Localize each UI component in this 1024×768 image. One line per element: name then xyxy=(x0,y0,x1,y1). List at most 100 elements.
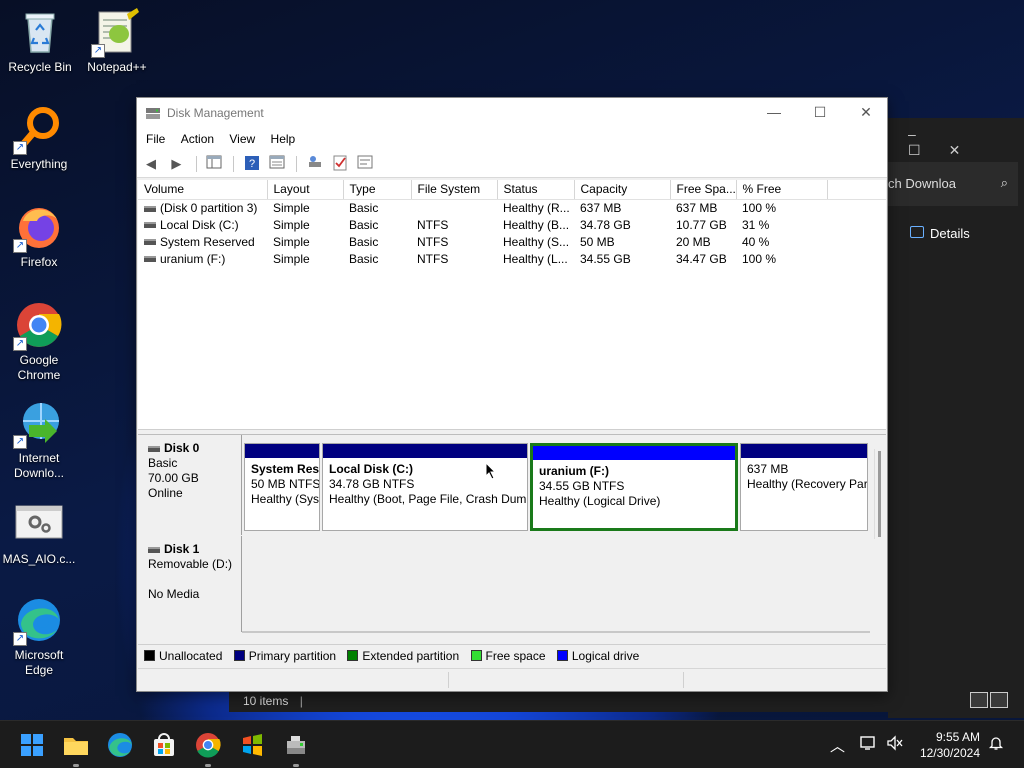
partition-size: 637 MB xyxy=(747,462,789,476)
disk-management-app-icon xyxy=(145,106,161,120)
volume-free: 20 MB xyxy=(676,234,711,249)
network-icon[interactable] xyxy=(860,735,878,755)
partition-system-reserved[interactable]: System Res 50 MB NTFS Healthy (Sys xyxy=(244,443,320,531)
running-indicator xyxy=(205,764,211,767)
volume-drive-icon xyxy=(144,205,156,212)
desktop-icon-everything[interactable]: ↗ Everything xyxy=(1,105,77,172)
volume-list[interactable]: Volume Layout Type File System Status Ca… xyxy=(138,180,886,430)
table-row[interactable]: System Reserved Simple Basic NTFS Health… xyxy=(138,233,886,250)
menu-help[interactable]: Help xyxy=(266,132,301,146)
desktop-icon-label: Internet Downlo... xyxy=(13,451,65,480)
notification-bell-icon[interactable] xyxy=(988,735,1004,755)
properties-pane-icon[interactable] xyxy=(267,155,287,173)
explorer-search-box[interactable]: ch Downloa ⌕ xyxy=(888,162,1018,206)
desktop-icon-mas-aio[interactable]: MAS_AIO.c... xyxy=(1,500,77,567)
desktop-icon-google-chrome[interactable]: ↗ Google Chrome xyxy=(1,301,77,383)
disk-1-info[interactable]: Disk 1 Removable (D:) No Media xyxy=(138,536,242,632)
column-header-status[interactable]: Status xyxy=(497,180,575,200)
volume-status: Healthy (L... xyxy=(503,251,568,266)
details-button[interactable]: Details xyxy=(930,226,970,241)
partition-uranium-f[interactable]: uranium (F:) 34.55 GB NTFS Healthy (Logi… xyxy=(530,443,738,531)
column-header-volume[interactable]: Volume xyxy=(138,180,268,200)
disk-management-window[interactable]: Disk Management — ☐ ✕ File Action View H… xyxy=(136,97,888,692)
volume-muted-icon[interactable] xyxy=(886,735,904,755)
volume-type: Basic xyxy=(349,200,379,215)
chevron-up-icon[interactable]: ︿ xyxy=(830,735,845,756)
desktop-icon-recycle-bin[interactable]: Recycle Bin xyxy=(2,8,78,75)
column-header-file-system[interactable]: File System xyxy=(411,180,498,200)
maximize-icon[interactable]: ☐ xyxy=(908,142,949,158)
column-header-filler xyxy=(827,180,886,200)
desktop-icon-firefox[interactable]: ↗ Firefox xyxy=(1,203,77,270)
taskbar-file-explorer[interactable] xyxy=(60,729,92,767)
menu-action[interactable]: Action xyxy=(176,132,219,146)
disk-1-row[interactable]: Disk 1 Removable (D:) No Media xyxy=(138,536,870,632)
menu-file[interactable]: File xyxy=(141,132,170,146)
disk-0-info[interactable]: Disk 0 Basic 70.00 GB Online xyxy=(138,435,242,535)
disk-map-pane[interactable]: Disk 0 Basic 70.00 GB Online System Res … xyxy=(138,434,886,637)
explorer-view-buttons[interactable] xyxy=(968,692,1008,711)
start-button[interactable] xyxy=(16,729,48,761)
minimize-icon[interactable]: – xyxy=(908,126,944,142)
primary-partition-bar xyxy=(741,444,867,458)
file-explorer-window-background[interactable]: –☐✕ ch Downloa ⌕ Details xyxy=(888,118,1024,718)
volume-name: System Reserved xyxy=(160,234,255,249)
volume-free: 10.77 GB xyxy=(676,217,727,232)
column-header-capacity[interactable]: Capacity xyxy=(574,180,671,200)
minimize-button[interactable]: — xyxy=(751,98,797,128)
taskbar-microsoft-store[interactable] xyxy=(148,729,180,761)
large-icons-view-icon[interactable] xyxy=(990,692,1008,708)
show-hide-console-tree-icon[interactable] xyxy=(204,155,224,173)
desktop-icon-internet-download-manager[interactable]: ↗ Internet Downlo... xyxy=(1,399,77,481)
volume-status: Healthy (R... xyxy=(503,200,570,215)
taskbar-clock[interactable]: 9:55 AM 12/30/2024 xyxy=(920,729,980,761)
menu-bar: File Action View Help xyxy=(137,128,887,152)
table-row[interactable]: uranium (F:) Simple Basic NTFS Healthy (… xyxy=(138,250,886,267)
taskbar-disk-management[interactable] xyxy=(280,729,312,767)
partition-recovery[interactable]: 637 MB Healthy (Recovery Par xyxy=(740,443,868,531)
status-segment-divider xyxy=(448,672,449,688)
settings-list-icon[interactable] xyxy=(355,155,375,173)
column-header-free-space[interactable]: Free Spa... xyxy=(670,180,737,200)
column-header-layout[interactable]: Layout xyxy=(267,180,344,200)
volume-name: (Disk 0 partition 3) xyxy=(160,200,258,215)
idm-icon: ↗ xyxy=(13,399,63,449)
menu-view[interactable]: View xyxy=(224,132,260,146)
volume-pct-free: 100 % xyxy=(742,200,777,215)
close-button[interactable]: ✕ xyxy=(843,98,889,128)
title-bar[interactable]: Disk Management — ☐ ✕ xyxy=(137,98,887,128)
taskbar-edge[interactable] xyxy=(104,729,136,761)
folder-icon xyxy=(64,738,88,755)
svg-text:?: ? xyxy=(249,158,255,170)
column-header-type[interactable]: Type xyxy=(343,180,412,200)
taskbar-windows-app[interactable] xyxy=(236,729,268,761)
table-row[interactable]: Local Disk (C:) Simple Basic NTFS Health… xyxy=(138,216,886,233)
desktop-icon-label: Recycle Bin xyxy=(8,60,72,74)
disk-map-horizontal-scrollbar[interactable] xyxy=(242,631,870,633)
volume-capacity: 34.78 GB xyxy=(580,217,631,232)
partition-status: Healthy (Recovery Par xyxy=(747,477,867,491)
desktop-icon-notepadpp[interactable]: ↗ Notepad++ xyxy=(79,8,155,75)
legend-swatch xyxy=(347,650,359,661)
checklist-icon[interactable] xyxy=(330,155,350,173)
partition-status: Healthy (Logical Drive) xyxy=(539,494,661,508)
disk-0-row[interactable]: Disk 0 Basic 70.00 GB Online System Res … xyxy=(138,435,870,535)
volume-pct-free: 31 % xyxy=(742,217,770,232)
partition-size: 34.78 GB NTFS xyxy=(329,477,415,491)
scrollbar-thumb[interactable] xyxy=(878,451,881,537)
maximize-button[interactable]: ☐ xyxy=(797,98,843,128)
table-row[interactable]: (Disk 0 partition 3) Simple Basic Health… xyxy=(138,199,886,216)
disk-map-vertical-scrollbar[interactable] xyxy=(874,449,884,539)
desktop-icon-label: Everything xyxy=(10,157,68,171)
connect-disk-icon[interactable] xyxy=(305,155,325,173)
back-arrow-icon[interactable]: ◀ xyxy=(141,155,161,173)
explorer-window-buttons[interactable]: –☐✕ xyxy=(908,126,1024,159)
taskbar-chrome[interactable] xyxy=(192,729,224,767)
details-view-icon[interactable] xyxy=(970,692,988,708)
desktop-icon-microsoft-edge[interactable]: ↗ Microsoft Edge xyxy=(1,596,77,678)
forward-arrow-icon[interactable]: ▶ xyxy=(166,155,186,173)
column-header-percent-free[interactable]: % Free xyxy=(736,180,828,200)
partition-local-disk-c[interactable]: Local Disk (C:) 34.78 GB NTFS Healthy (B… xyxy=(322,443,528,531)
help-icon[interactable]: ? xyxy=(242,155,262,173)
close-icon[interactable]: ✕ xyxy=(949,142,989,158)
